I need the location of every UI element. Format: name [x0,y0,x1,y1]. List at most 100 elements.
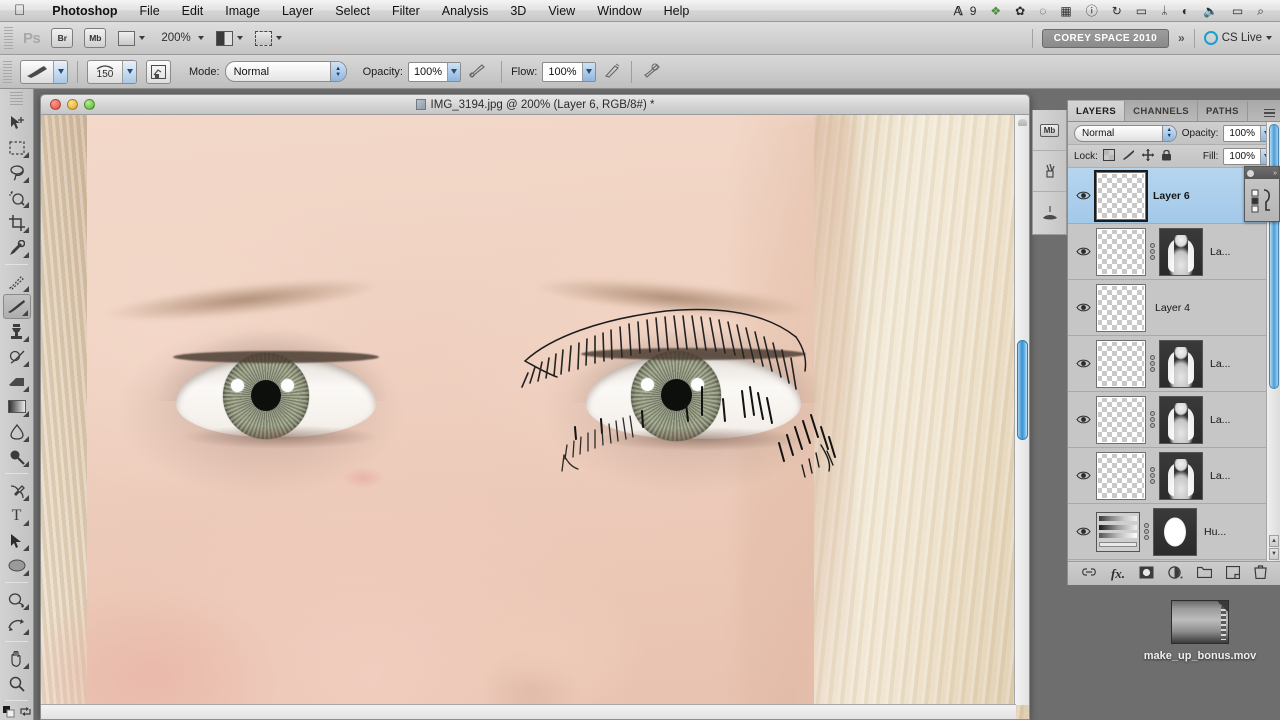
adjustment-layer-thumbnail[interactable] [1096,511,1140,552]
mask-link-icon[interactable] [1146,467,1158,484]
document-title-bar[interactable]: IMG_3194.jpg @ 200% (Layer 6, RGB/8#) * [40,94,1030,115]
bluetooth-icon[interactable]: ᛦ [1154,0,1175,22]
menu-photoshop[interactable]: Photoshop [41,0,128,22]
view-extras-button[interactable] [118,30,146,46]
refresh-icon[interactable]: ↻ [1105,0,1129,22]
mini-bridge-dock-icon[interactable]: Mb [1033,110,1066,151]
rotate-3d-object-tool[interactable] [3,587,31,612]
zoom-chevron-down-icon[interactable] [197,36,204,40]
layer-name[interactable]: Layer 4 [1146,302,1276,314]
adobe-drive-icon[interactable]: 𝔸 [947,0,970,22]
lock-transparent-pixels-icon[interactable] [1102,148,1115,164]
canvas-vertical-scrollbar[interactable] [1014,115,1029,705]
layers-scroll-down-button[interactable]: ▼ [1269,548,1279,560]
layer-mask-thumbnail[interactable] [1159,451,1203,500]
type-tool[interactable]: T [3,503,31,528]
link-layers-button[interactable] [1081,567,1097,580]
delete-layer-button[interactable] [1254,565,1267,582]
zoom-tool[interactable] [3,671,31,696]
airbrush-icon[interactable] [603,63,620,81]
menu-edit[interactable]: Edit [171,0,215,22]
floating-mini-palette[interactable]: » [1244,166,1280,222]
gradient-tool[interactable] [3,394,31,419]
layer-thumbnail[interactable] [1096,283,1146,332]
layer-thumbnail[interactable] [1096,339,1146,388]
scroll-up-arrow[interactable] [1018,119,1027,126]
layer-mask-thumbnail[interactable] [1159,339,1203,388]
battery-icon[interactable]: ▭ [1225,0,1250,22]
layer-visibility-toggle[interactable] [1072,470,1094,481]
layer-visibility-toggle[interactable] [1072,358,1094,369]
apple-icon[interactable]:  [14,3,25,18]
spot-healing-brush-tool[interactable] [3,269,31,294]
dropbox-icon[interactable]: ❖ [983,0,1008,22]
eraser-tool[interactable] [3,369,31,394]
tab-layers[interactable]: LAYERS [1068,101,1126,121]
launch-mini-bridge-button[interactable]: Mb [84,28,107,48]
pen-tool[interactable] [3,478,31,503]
layer-style-button[interactable]: fx. [1111,566,1125,582]
rotate-3d-camera-tool[interactable] [3,612,31,637]
table-row[interactable]: Hu... [1068,504,1280,560]
menu-file[interactable]: File [129,0,171,22]
display-icon[interactable]: ▭ [1129,0,1154,22]
layer-visibility-toggle[interactable] [1072,190,1094,201]
table-row[interactable]: Layer 4 [1068,280,1280,336]
opacity-dropdown-icon[interactable] [447,62,461,81]
hand-tool[interactable] [3,646,31,671]
lock-all-icon[interactable] [1161,149,1172,164]
table-row[interactable]: La... [1068,392,1280,448]
clone-source-dock-icon[interactable] [1033,192,1066,233]
sync-dots-icon[interactable]: ◌ [1032,0,1053,22]
table-row[interactable]: La... [1068,224,1280,280]
grid-icon[interactable]: ▦ [1053,0,1078,22]
layer-list[interactable]: Layer 6 La... Layer 4 La... La... La... … [1068,168,1280,561]
layer-visibility-toggle[interactable] [1072,246,1094,257]
mini-palette-close-icon[interactable] [1247,169,1254,177]
quick-selection-tool[interactable] [3,185,31,210]
pressure-opacity-icon[interactable] [468,63,485,81]
arrange-documents-button[interactable] [254,30,282,46]
mini-palette-expand-icon[interactable]: » [1273,170,1277,177]
layer-thumbnail[interactable] [1096,451,1146,500]
layers-scroll-thumb[interactable] [1269,124,1279,389]
tab-channels[interactable]: CHANNELS [1125,101,1199,121]
menu-select[interactable]: Select [324,0,381,22]
mini-palette-title-bar[interactable]: » [1245,167,1279,179]
toolbox-grip[interactable] [10,92,23,106]
tab-paths[interactable]: PATHS [1198,101,1248,121]
layer-visibility-toggle[interactable] [1072,526,1094,537]
screen-mode-button[interactable] [215,30,243,46]
clock-icon[interactable]: ⓘ [1079,0,1105,22]
workspace-overflow-button[interactable]: » [1178,31,1185,45]
menu-layer[interactable]: Layer [271,0,324,22]
mask-link-icon[interactable] [1146,355,1158,372]
mask-link-icon[interactable] [1146,411,1158,428]
menu-analysis[interactable]: Analysis [431,0,500,22]
tool-preset-dropdown[interactable] [53,60,67,83]
lasso-tool[interactable] [3,160,31,185]
mask-link-icon[interactable] [1146,243,1158,260]
crop-tool[interactable] [3,210,31,235]
mask-link-icon[interactable] [1140,523,1152,540]
layer-thumbnail[interactable] [1094,169,1148,222]
options-grip[interactable] [3,60,12,83]
swap-colors-icon[interactable] [19,706,31,720]
brush-size-picker[interactable]: 150 [87,59,137,84]
table-row[interactable]: La... [1068,448,1280,504]
flow-field[interactable]: 100% [542,61,596,82]
new-adjustment-layer-button[interactable] [1168,565,1183,582]
image-canvas[interactable] [40,115,1030,720]
layer-name[interactable]: Hu... [1197,526,1276,538]
menu-filter[interactable]: Filter [381,0,431,22]
spotlight-search-icon[interactable]: ⌕ [1250,0,1271,22]
lock-image-pixels-icon[interactable] [1122,149,1135,164]
wifi-icon[interactable]: ◐ [1175,0,1196,22]
panel-menu-icon[interactable] [1264,108,1275,122]
lock-position-icon[interactable] [1141,148,1154,164]
menu-image[interactable]: Image [214,0,271,22]
new-group-button[interactable] [1196,566,1213,581]
path-selection-tool[interactable] [3,528,31,553]
brush-presets-dock-icon[interactable] [1033,151,1066,192]
layer-visibility-toggle[interactable] [1072,302,1094,313]
